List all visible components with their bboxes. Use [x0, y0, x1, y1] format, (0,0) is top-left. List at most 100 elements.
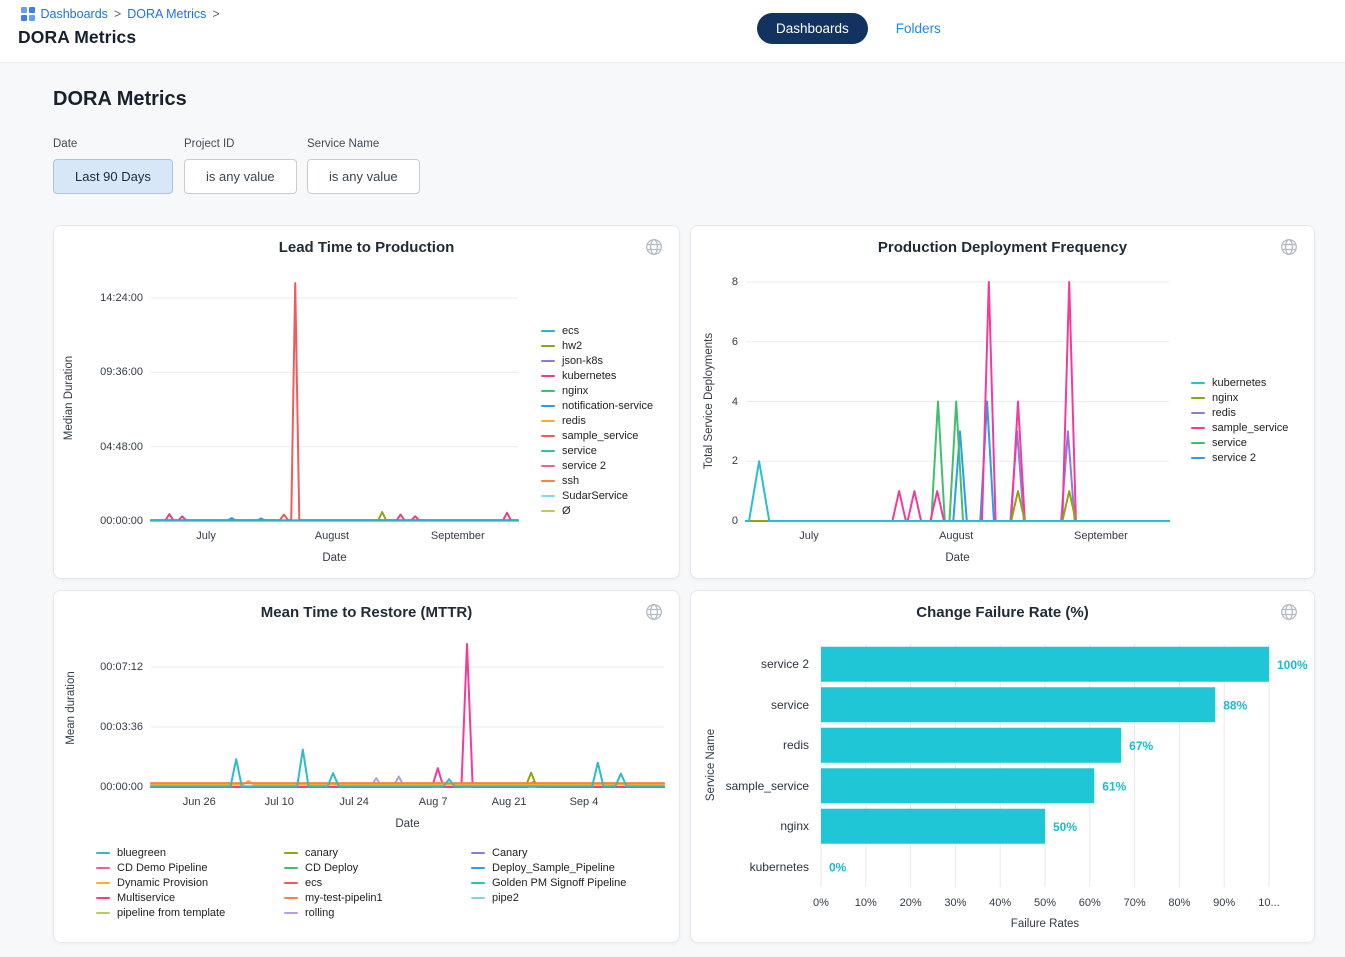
page-title: DORA Metrics	[18, 27, 136, 48]
legend-item-service 2[interactable]: service 2	[1191, 452, 1256, 464]
legend-swatch	[471, 852, 485, 855]
legend-item-pipeline from template[interactable]: pipeline from template	[96, 907, 225, 919]
legend-swatch	[541, 495, 555, 498]
legend-label: SudarService	[562, 490, 628, 502]
legend-item-SudarService[interactable]: SudarService	[541, 490, 628, 502]
x-axis-title: Failure Rates	[945, 918, 1145, 930]
legend-item-sample_service[interactable]: sample_service	[1191, 422, 1288, 434]
legend-item-kubernetes[interactable]: kubernetes	[541, 370, 616, 382]
y-axis-tick: 8	[678, 276, 738, 288]
legend-swatch	[541, 450, 555, 453]
legend-label: pipe2	[492, 892, 519, 904]
legend-label: redis	[562, 415, 586, 427]
series-line-sample_service	[151, 283, 518, 520]
legend-item-service[interactable]: service	[541, 445, 597, 457]
filter-project-id-label: Project ID	[184, 138, 297, 150]
legend-label: Golden PM Signoff Pipeline	[492, 877, 626, 889]
legend-item-kubernetes[interactable]: kubernetes	[1191, 377, 1266, 389]
change-failure-rate-chart: 100%88%67%61%50%0%0%10%20%30%40%50%60%70…	[691, 591, 1314, 942]
legend-swatch	[471, 897, 485, 900]
legend-item-Canary[interactable]: Canary	[471, 847, 527, 859]
legend-item-ecs[interactable]: ecs	[541, 325, 579, 337]
legend-item-my-test-pipelin1[interactable]: my-test-pipelin1	[284, 892, 383, 904]
breadcrumb-link-dashboards[interactable]: Dashboards	[41, 7, 108, 21]
bar-nginx	[821, 809, 1045, 844]
filter-service-name-label: Service Name	[307, 138, 420, 150]
y-axis-title: Mean duration	[65, 608, 77, 808]
legend-label: service	[562, 445, 597, 457]
series-line-nginx	[746, 491, 1169, 521]
legend-item-Deploy_Sample_Pipeline[interactable]: Deploy_Sample_Pipeline	[471, 862, 615, 874]
legend-item-canary[interactable]: canary	[284, 847, 338, 859]
tab-dashboards[interactable]: Dashboards	[757, 13, 868, 44]
legend-item-json-k8s[interactable]: json-k8s	[541, 355, 603, 367]
legend-item-bluegreen[interactable]: bluegreen	[96, 847, 166, 859]
legend-swatch	[541, 375, 555, 378]
legend-label: rolling	[305, 907, 334, 919]
bar-value-label: 67%	[1129, 739, 1153, 753]
legend-label: notification-service	[562, 400, 653, 412]
legend-label: pipeline from template	[117, 907, 225, 919]
x-axis-title: Date	[858, 552, 1058, 564]
legend-item-service[interactable]: service	[1191, 437, 1247, 449]
top-header: Dashboards > DORA Metrics > DORA Metrics…	[0, 0, 1345, 63]
service-name-filter-button[interactable]: is any value	[307, 159, 420, 194]
breadcrumb-link-dora-metrics[interactable]: DORA Metrics	[127, 7, 206, 21]
legend-item-CD Demo Pipeline[interactable]: CD Demo Pipeline	[96, 862, 207, 874]
filter-project-id: Project ID is any value	[184, 138, 297, 194]
tab-folders[interactable]: Folders	[896, 21, 941, 36]
x-axis-tick: July	[764, 530, 854, 542]
bar-value-label: 100%	[1277, 658, 1308, 672]
legend-label: CD Deploy	[305, 862, 358, 874]
legend-item-Multiservice[interactable]: Multiservice	[96, 892, 175, 904]
date-filter-button[interactable]: Last 90 Days	[53, 159, 173, 194]
legend-item-notification-service[interactable]: notification-service	[541, 400, 653, 412]
legend-label: json-k8s	[562, 355, 603, 367]
legend-item-service 2[interactable]: service 2	[541, 460, 606, 472]
legend-swatch	[284, 852, 298, 855]
chart-plot	[151, 631, 664, 787]
x-axis-tick: September	[1056, 530, 1146, 542]
view-tabs: Dashboards Folders	[757, 13, 941, 44]
y-axis-tick: 0	[678, 515, 738, 527]
series-line-bluegreen	[151, 750, 664, 787]
legend-label: Multiservice	[117, 892, 175, 904]
legend-label: ecs	[305, 877, 322, 889]
breadcrumb-separator: >	[114, 7, 121, 21]
bar-service	[821, 687, 1215, 722]
legend-swatch	[96, 867, 110, 870]
legend-item-CD Deploy[interactable]: CD Deploy	[284, 862, 358, 874]
legend-item-nginx[interactable]: nginx	[1191, 392, 1238, 404]
legend-item-Dynamic Provision[interactable]: Dynamic Provision	[96, 877, 208, 889]
legend-swatch	[471, 882, 485, 885]
mttr-chart: 00:00:0000:03:3600:07:12Jun 26Jul 10Jul …	[54, 591, 679, 942]
x-axis-tick: Jun 26	[154, 796, 244, 808]
legend-item-ecs[interactable]: ecs	[284, 877, 322, 889]
deploy-frequency-chart: 02468JulyAugustSeptemberDateTotal Servic…	[691, 226, 1314, 578]
bar-value-label: 61%	[1102, 779, 1126, 793]
legend-item-hw2[interactable]: hw2	[541, 340, 582, 352]
legend-swatch	[1191, 397, 1205, 400]
legend-item-Golden PM Signoff Pipeline[interactable]: Golden PM Signoff Pipeline	[471, 877, 626, 889]
legend-swatch	[96, 897, 110, 900]
legend-label: Dynamic Provision	[117, 877, 208, 889]
legend-item-nginx[interactable]: nginx	[541, 385, 588, 397]
legend-label: bluegreen	[117, 847, 166, 859]
legend-item-ssh[interactable]: ssh	[541, 475, 579, 487]
legend-label: redis	[1212, 407, 1236, 419]
legend-swatch	[284, 882, 298, 885]
bar-sample_service	[821, 768, 1094, 803]
legend-item-redis[interactable]: redis	[1191, 407, 1236, 419]
legend-item-Ø[interactable]: Ø	[541, 505, 571, 517]
dashboard-heading: DORA Metrics	[53, 88, 187, 111]
project-id-filter-button[interactable]: is any value	[184, 159, 297, 194]
legend-swatch	[541, 465, 555, 468]
x-axis-tick: 10...	[1224, 897, 1314, 909]
legend-label: CD Demo Pipeline	[117, 862, 207, 874]
legend-item-rolling[interactable]: rolling	[284, 907, 334, 919]
card-mttr: Mean Time to Restore (MTTR) 00:00:0000:0…	[53, 590, 680, 943]
legend-swatch	[471, 867, 485, 870]
legend-item-redis[interactable]: redis	[541, 415, 586, 427]
legend-item-sample_service[interactable]: sample_service	[541, 430, 638, 442]
legend-item-pipe2[interactable]: pipe2	[471, 892, 519, 904]
